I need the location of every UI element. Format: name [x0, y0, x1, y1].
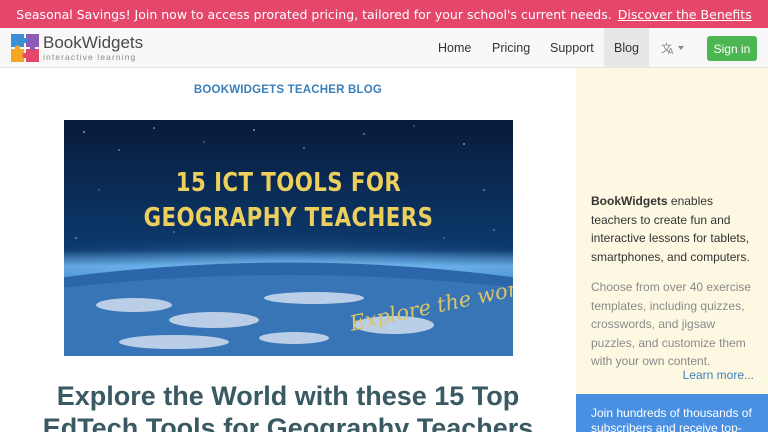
- learn-more-link[interactable]: Learn more...: [683, 368, 754, 382]
- logo-name: BookWidgets: [43, 33, 144, 53]
- logo-tagline: interactive learning: [43, 52, 137, 63]
- nav-blog[interactable]: Blog: [604, 28, 649, 68]
- hero-title: 15 ICT TOOLS FOR GEOGRAPHY TEACHERS: [143, 168, 434, 233]
- logo[interactable]: BookWidgets interactive learning: [10, 33, 143, 63]
- article-headline: Explore the World with these 15 Top EdTe…: [42, 381, 534, 432]
- navbar: BookWidgets interactive learning Home Pr…: [0, 28, 768, 68]
- language-selector[interactable]: 文 A: [661, 28, 685, 68]
- hero-image: 15 ICT TOOLS FOR GEOGRAPHY TEACHERS Expl…: [64, 120, 513, 356]
- nav-home[interactable]: Home: [438, 28, 471, 68]
- sidebar-brand: BookWidgets: [591, 194, 668, 208]
- sidebar-description: Choose from over 40 exercise templates, …: [591, 280, 752, 368]
- sign-in-button[interactable]: Sign in: [707, 36, 757, 61]
- svg-text:A: A: [668, 47, 674, 55]
- puzzle-logo-icon: [11, 34, 39, 62]
- discover-benefits-link[interactable]: Discover the Benefits: [618, 7, 752, 22]
- translate-icon: 文 A: [661, 41, 684, 55]
- subscribe-box[interactable]: Join hundreds of thousands of subscriber…: [576, 394, 768, 432]
- nav-support[interactable]: Support: [550, 28, 594, 68]
- sidebar: BookWidgets enables teachers to create f…: [576, 68, 768, 394]
- promo-text: Seasonal Savings! Join now to access pro…: [16, 6, 612, 22]
- blog-category[interactable]: BOOKWIDGETS TEACHER BLOG: [64, 84, 512, 96]
- promo-banner: Seasonal Savings! Join now to access pro…: [0, 0, 768, 28]
- sidebar-intro: BookWidgets enables teachers to create f…: [591, 192, 761, 266]
- nav-pricing[interactable]: Pricing: [492, 28, 530, 68]
